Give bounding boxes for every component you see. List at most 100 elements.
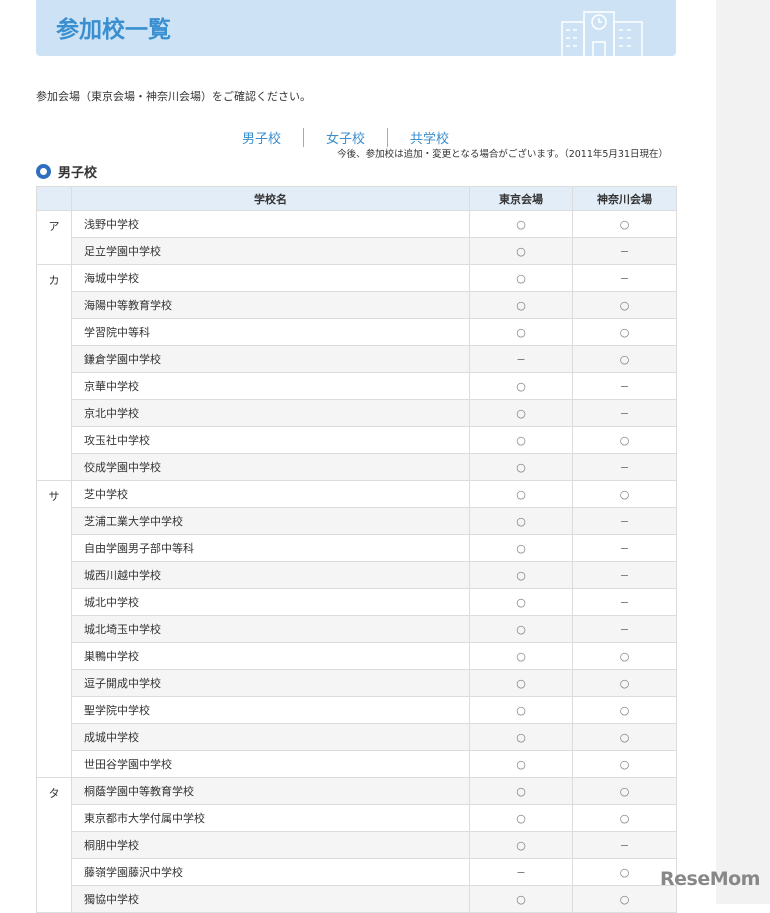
school-name: 城北中学校	[71, 588, 470, 616]
kanagawa-venue-mark: −	[572, 588, 677, 616]
table-row: 聖学院中学校 ○ ○	[37, 696, 677, 724]
school-name: 海城中学校	[71, 264, 470, 292]
table-row: サ芝中学校 ○ ○	[36, 480, 677, 778]
table-row: 逗子開成中学校 ○ ○	[37, 669, 677, 697]
school-building-icon	[561, 11, 643, 56]
tokyo-venue-mark: ○	[469, 237, 573, 265]
tokyo-venue-mark: ○	[469, 507, 573, 535]
school-table: 学校名 東京会場 神奈川会場 ア浅野中学校 ○ ○ 足立学園中学校 ○ − カ海城中学校 ○ −…	[36, 186, 677, 913]
kanagawa-venue-mark: ○	[572, 777, 677, 805]
school-name: 鎌倉学園中学校	[71, 345, 470, 373]
table-row: 世田谷学園中学校 ○ ○	[37, 750, 677, 778]
table-row: 城北埼玉中学校 ○ −	[37, 615, 677, 643]
school-name: 京華中学校	[71, 372, 470, 400]
right-gutter	[716, 0, 770, 904]
tokyo-venue-mark: ○	[469, 399, 573, 427]
tokyo-venue-mark: ○	[469, 804, 573, 832]
table-row: 佼成学園中学校 ○ −	[37, 453, 677, 481]
tokyo-venue-mark: ○	[469, 642, 573, 670]
kanagawa-venue-mark: ○	[572, 696, 677, 724]
tokyo-venue-mark: ○	[469, 318, 573, 346]
tokyo-venue-mark: ○	[469, 696, 573, 724]
kanagawa-venue-mark: −	[572, 399, 677, 427]
table-row: 攻玉社中学校 ○ ○	[37, 426, 677, 454]
section-heading: 男子校	[36, 162, 97, 181]
name-header: 学校名	[71, 186, 470, 211]
tokyo-venue-mark: ○	[469, 291, 573, 319]
tokyo-venue-mark: ○	[469, 480, 573, 508]
school-name: 城北埼玉中学校	[71, 615, 470, 643]
tokyo-venue-mark: ○	[469, 750, 573, 778]
kanagawa-venue-mark: −	[572, 237, 677, 265]
bullet-icon	[36, 164, 51, 179]
table-row: 城北中学校 ○ −	[37, 588, 677, 616]
kanagawa-venue-mark: ○	[572, 642, 677, 670]
nav-boys-link[interactable]: 男子校	[220, 128, 303, 147]
resemom-watermark: ReseMom	[660, 868, 760, 890]
kanagawa-venue-mark: ○	[572, 210, 677, 238]
tokyo-venue-mark: ○	[469, 885, 573, 913]
table-row: 足立学園中学校 ○ −	[37, 237, 677, 265]
table-row: 京北中学校 ○ −	[37, 399, 677, 427]
kanagawa-header: 神奈川会場	[572, 186, 677, 211]
school-name: 芝浦工業大学中学校	[71, 507, 470, 535]
kana-group-label: タ	[36, 777, 72, 913]
tokyo-venue-mark: ○	[469, 831, 573, 859]
kanagawa-venue-mark: −	[572, 615, 677, 643]
tokyo-venue-mark: ○	[469, 372, 573, 400]
category-nav: 男子校 女子校 共学校	[220, 128, 471, 147]
kanagawa-venue-mark: −	[572, 534, 677, 562]
table-row: カ海城中学校 ○ −	[36, 264, 677, 481]
school-name: 桐蔭学園中等教育学校	[71, 777, 470, 805]
tokyo-venue-mark: ○	[469, 210, 573, 238]
table-row: 海陽中等教育学校 ○ ○	[37, 291, 677, 319]
kanagawa-venue-mark: −	[572, 453, 677, 481]
tokyo-venue-mark: ○	[469, 534, 573, 562]
school-name: 桐朋中学校	[71, 831, 470, 859]
school-name: 巣鴨中学校	[71, 642, 470, 670]
kana-group-label: ア	[36, 210, 72, 265]
kanagawa-venue-mark: ○	[572, 669, 677, 697]
table-row: 鎌倉学園中学校 − ○	[37, 345, 677, 373]
school-name: 攻玉社中学校	[71, 426, 470, 454]
tokyo-venue-mark: ○	[469, 561, 573, 589]
nav-girls-link[interactable]: 女子校	[303, 128, 387, 147]
kanagawa-venue-mark: ○	[572, 345, 677, 373]
school-name: 佼成学園中学校	[71, 453, 470, 481]
table-row: 藤嶺学園藤沢中学校 − ○	[37, 858, 677, 886]
table-row: 自由学園男子部中等科 ○ −	[37, 534, 677, 562]
table-row: 学習院中等科 ○ ○	[37, 318, 677, 346]
kanagawa-venue-mark: ○	[572, 750, 677, 778]
table-row: 京華中学校 ○ −	[37, 372, 677, 400]
school-name: 芝中学校	[71, 480, 470, 508]
tokyo-venue-mark: ○	[469, 669, 573, 697]
kanagawa-venue-mark: ○	[572, 318, 677, 346]
school-name: 浅野中学校	[71, 210, 470, 238]
school-name: 学習院中等科	[71, 318, 470, 346]
school-name: 逗子開成中学校	[71, 669, 470, 697]
table-row: 巣鴨中学校 ○ ○	[37, 642, 677, 670]
kanagawa-venue-mark: ○	[572, 804, 677, 832]
kanagawa-venue-mark: −	[572, 264, 677, 292]
school-name: 足立学園中学校	[71, 237, 470, 265]
table-header: 学校名 東京会場 神奈川会場	[36, 186, 677, 211]
tokyo-venue-mark: ○	[469, 426, 573, 454]
kana-group-label: サ	[36, 480, 72, 778]
intro-text: 参加会場（東京会場・神奈川会場）をご確認ください。	[36, 90, 311, 103]
kanagawa-venue-mark: ○	[572, 723, 677, 751]
table-row: 城西川越中学校 ○ −	[37, 561, 677, 589]
tokyo-header: 東京会場	[469, 186, 573, 211]
kanagawa-venue-mark: −	[572, 561, 677, 589]
nav-coed-link[interactable]: 共学校	[387, 128, 471, 147]
page-title: 参加校一覧	[56, 17, 171, 43]
kanagawa-venue-mark: −	[572, 831, 677, 859]
school-name: 成城中学校	[71, 723, 470, 751]
kanagawa-venue-mark: ○	[572, 480, 677, 508]
school-name: 京北中学校	[71, 399, 470, 427]
tokyo-venue-mark: −	[469, 345, 573, 373]
tokyo-venue-mark: ○	[469, 264, 573, 292]
update-note: 今後、参加校は追加・変更となる場合がございます。（2011年5月31日現在）	[337, 149, 668, 160]
school-name: 獨協中学校	[71, 885, 470, 913]
school-name: 東京都市大学付属中学校	[71, 804, 470, 832]
tokyo-venue-mark: ○	[469, 615, 573, 643]
